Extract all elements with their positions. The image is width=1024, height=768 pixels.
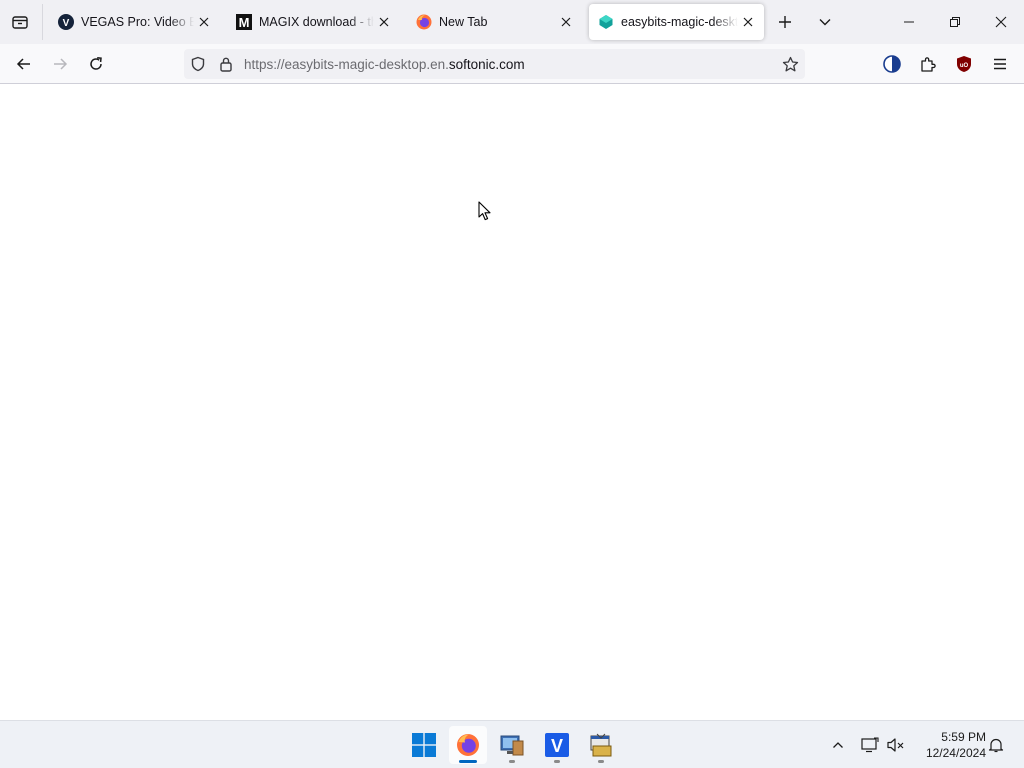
installer-icon (500, 735, 524, 756)
firefox-view-icon (12, 16, 28, 29)
tab-vegas[interactable]: V VEGAS Pro: Video Editi (44, 4, 220, 40)
url-text[interactable]: https://easybits-magic-desktop.en.softon… (244, 57, 525, 72)
bookmark-star-icon[interactable] (781, 55, 799, 73)
hamburger-menu-icon (994, 58, 1006, 70)
tab-close-button[interactable] (374, 12, 394, 32)
bell-icon (988, 738, 1004, 753)
extensions-puzzle-icon (921, 57, 936, 72)
close-icon (561, 17, 571, 27)
network-status-button[interactable] (860, 735, 880, 755)
vegas-icon: V (545, 733, 569, 757)
tab-title: VEGAS Pro: Video Editi (81, 15, 194, 29)
windows-taskbar: V 5:59 PM 12/24/2024 (0, 720, 1024, 768)
minimize-button[interactable] (886, 0, 932, 44)
system-clock[interactable]: 5:59 PM 12/24/2024 (914, 729, 986, 761)
reload-button[interactable] (82, 50, 110, 78)
forward-button[interactable] (46, 50, 74, 78)
ublock-origin-icon: uO (957, 56, 971, 72)
show-hidden-icons-button[interactable] (828, 735, 848, 755)
vegas-logo-icon: V (58, 14, 74, 30)
tab-title: MAGIX download - tha (259, 15, 374, 29)
back-arrow-icon (16, 58, 30, 70)
lock-icon[interactable] (217, 55, 235, 73)
close-window-button[interactable] (978, 0, 1024, 44)
svg-text:M: M (239, 15, 250, 30)
tab-strip: V VEGAS Pro: Video Editi M MAGIX downloa… (0, 0, 1024, 44)
forward-arrow-icon (54, 58, 68, 70)
start-button[interactable] (405, 726, 443, 764)
taskbar-firefox[interactable] (449, 726, 487, 764)
windows-start-icon (412, 733, 436, 757)
plus-icon (779, 16, 791, 28)
setup-package-icon (590, 733, 612, 757)
taskbar-installer[interactable] (493, 726, 531, 764)
close-icon (995, 16, 1007, 28)
tab-close-button[interactable] (738, 12, 758, 32)
page-content-area[interactable] (0, 85, 1024, 720)
speaker-muted-icon (887, 738, 904, 752)
firefox-view-button[interactable] (6, 8, 34, 36)
url-host: softonic.com (448, 57, 525, 72)
taskbar-vegas[interactable]: V (538, 726, 576, 764)
address-bar[interactable]: https://easybits-magic-desktop.en.softon… (184, 49, 805, 79)
app-menu-button[interactable] (986, 50, 1014, 78)
restore-button[interactable] (932, 0, 978, 44)
dark-mode-extension-icon (883, 55, 901, 73)
restore-icon (950, 17, 960, 27)
running-app-indicator (509, 760, 515, 763)
running-app-indicator (598, 760, 604, 763)
tab-softonic-active[interactable]: easybits-magic-deskto (589, 4, 764, 40)
new-tab-button[interactable] (771, 8, 799, 36)
chevron-up-icon (833, 742, 843, 748)
softonic-logo-icon (598, 14, 614, 30)
chevron-down-icon (819, 19, 831, 26)
tab-magix[interactable]: M MAGIX download - tha (222, 4, 400, 40)
svg-text:uO: uO (960, 63, 969, 69)
mouse-cursor-icon (478, 201, 491, 221)
close-icon (743, 17, 753, 27)
close-icon (199, 17, 209, 27)
clock-time: 5:59 PM (941, 730, 986, 744)
back-button[interactable] (10, 50, 38, 78)
active-app-indicator (459, 760, 477, 763)
navigation-toolbar: https://easybits-magic-desktop.en.softon… (0, 44, 1024, 84)
reload-icon (90, 57, 102, 70)
svg-text:V: V (63, 18, 70, 29)
svg-text:V: V (551, 736, 563, 756)
tab-title: New Tab (439, 15, 488, 29)
tab-new-tab[interactable]: New Tab (402, 4, 582, 40)
extensions-button[interactable] (914, 50, 942, 78)
dark-mode-extension-button[interactable] (878, 50, 906, 78)
tab-close-button[interactable] (194, 12, 214, 32)
running-app-indicator (554, 760, 560, 763)
firefox-logo-icon (416, 14, 432, 30)
url-prefix: https://easybits-magic-desktop.en. (244, 57, 449, 72)
firefox-icon (457, 734, 479, 756)
list-all-tabs-button[interactable] (811, 8, 839, 36)
tab-title: easybits-magic-deskto (621, 15, 738, 29)
volume-button[interactable] (886, 735, 906, 755)
tracking-protection-shield-icon[interactable] (189, 55, 207, 73)
ublock-origin-button[interactable]: uO (950, 50, 978, 78)
network-monitor-icon (861, 737, 879, 753)
notifications-button[interactable] (986, 735, 1006, 755)
tab-close-button[interactable] (556, 12, 576, 32)
clock-date: 12/24/2024 (925, 746, 986, 760)
minimize-icon (904, 21, 914, 23)
tab-separator (42, 4, 43, 40)
magix-logo-icon: M (236, 14, 252, 30)
taskbar-setup[interactable] (582, 726, 620, 764)
close-icon (379, 17, 389, 27)
